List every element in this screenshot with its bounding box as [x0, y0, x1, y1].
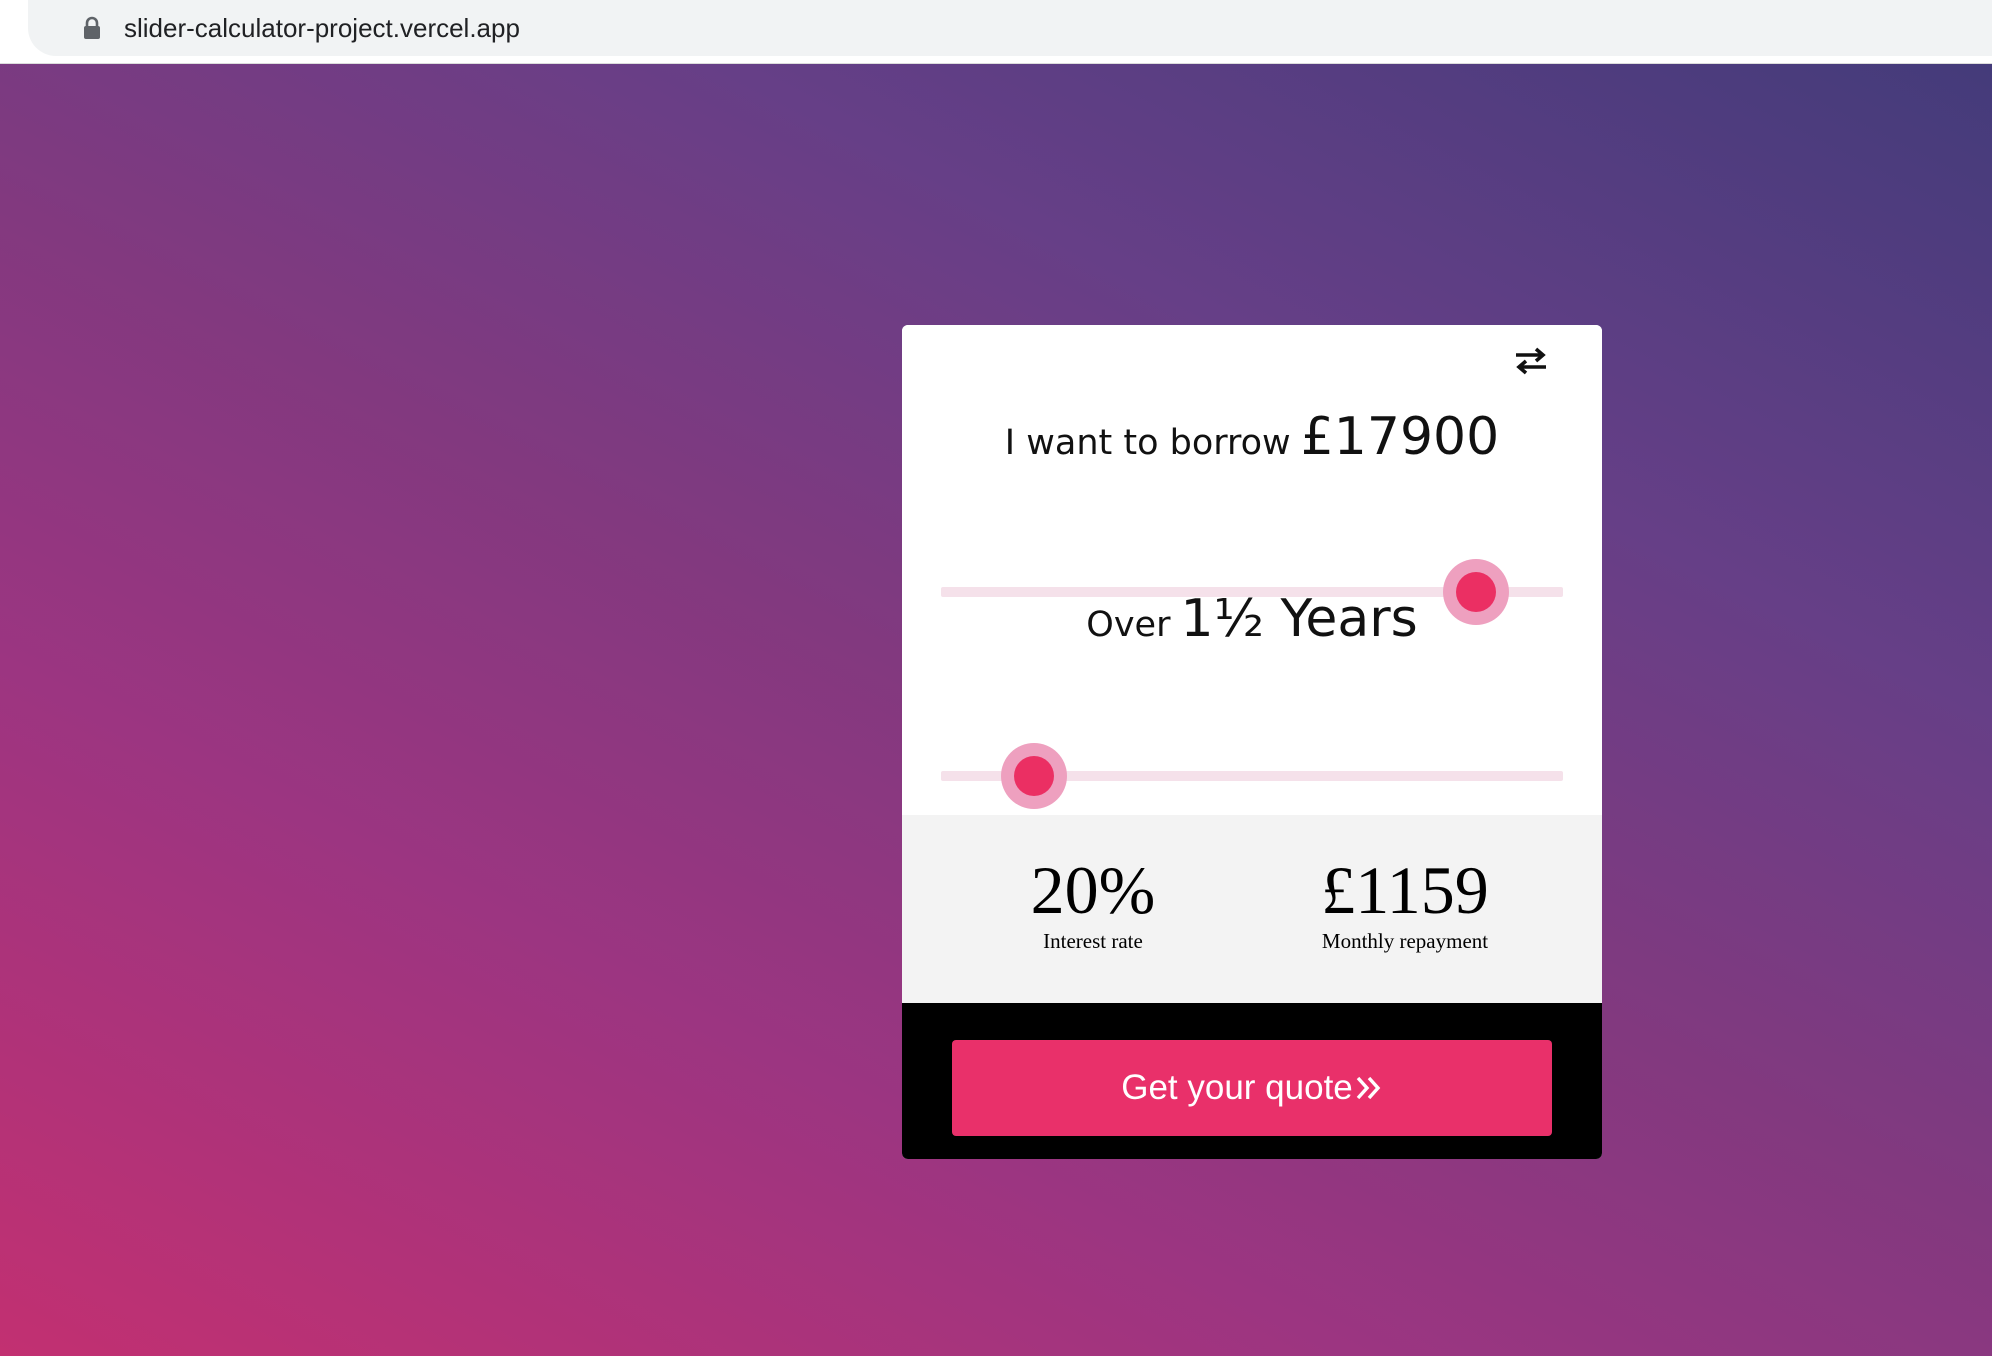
- url-text: slider-calculator-project.vercel.app: [124, 13, 520, 43]
- lock-icon: [84, 16, 100, 39]
- double-chevron-right-icon: [1356, 1076, 1381, 1100]
- interest-rate-caption: Interest rate: [1043, 929, 1143, 953]
- interest-rate-value: 20%: [1030, 852, 1156, 928]
- term-value: 1½ Years: [1180, 589, 1418, 649]
- monthly-repayment-caption: Monthly repayment: [1321, 929, 1489, 953]
- card-footer: Get your quote: [902, 1003, 1602, 1159]
- url-field[interactable]: slider-calculator-project.vercel.app: [28, 0, 1992, 56]
- borrow-value: £17900: [1300, 407, 1500, 467]
- results-panel: 20% Interest rate £1159 Monthly repaymen…: [902, 815, 1602, 1003]
- calculator-inputs: I want to borrow £17900 Over 1½ Years: [902, 325, 1602, 809]
- swap-arrows-icon[interactable]: [1514, 345, 1548, 375]
- monthly-repayment-stat: £1159 Monthly repayment: [1286, 855, 1524, 955]
- loan-term-slider[interactable]: [941, 743, 1563, 809]
- page-background: I want to borrow £17900 Over 1½ Years 20% …: [0, 64, 1992, 1356]
- get-quote-label: Get your quote: [1121, 1068, 1353, 1107]
- term-label: Over: [1086, 605, 1171, 645]
- loan-calculator-card: I want to borrow £17900 Over 1½ Years 20% …: [902, 325, 1602, 1159]
- loan-term-heading: Over 1½ Years: [902, 589, 1602, 649]
- browser-address-bar: slider-calculator-project.vercel.app: [0, 0, 1992, 64]
- borrow-amount-heading: I want to borrow £17900: [902, 407, 1602, 467]
- term-slider-thumb[interactable]: [1001, 743, 1068, 809]
- get-quote-button[interactable]: Get your quote: [952, 1040, 1552, 1136]
- interest-rate-stat: 20% Interest rate: [1010, 855, 1176, 955]
- borrow-label: I want to borrow: [1004, 423, 1291, 463]
- monthly-repayment-value: £1159: [1321, 852, 1489, 928]
